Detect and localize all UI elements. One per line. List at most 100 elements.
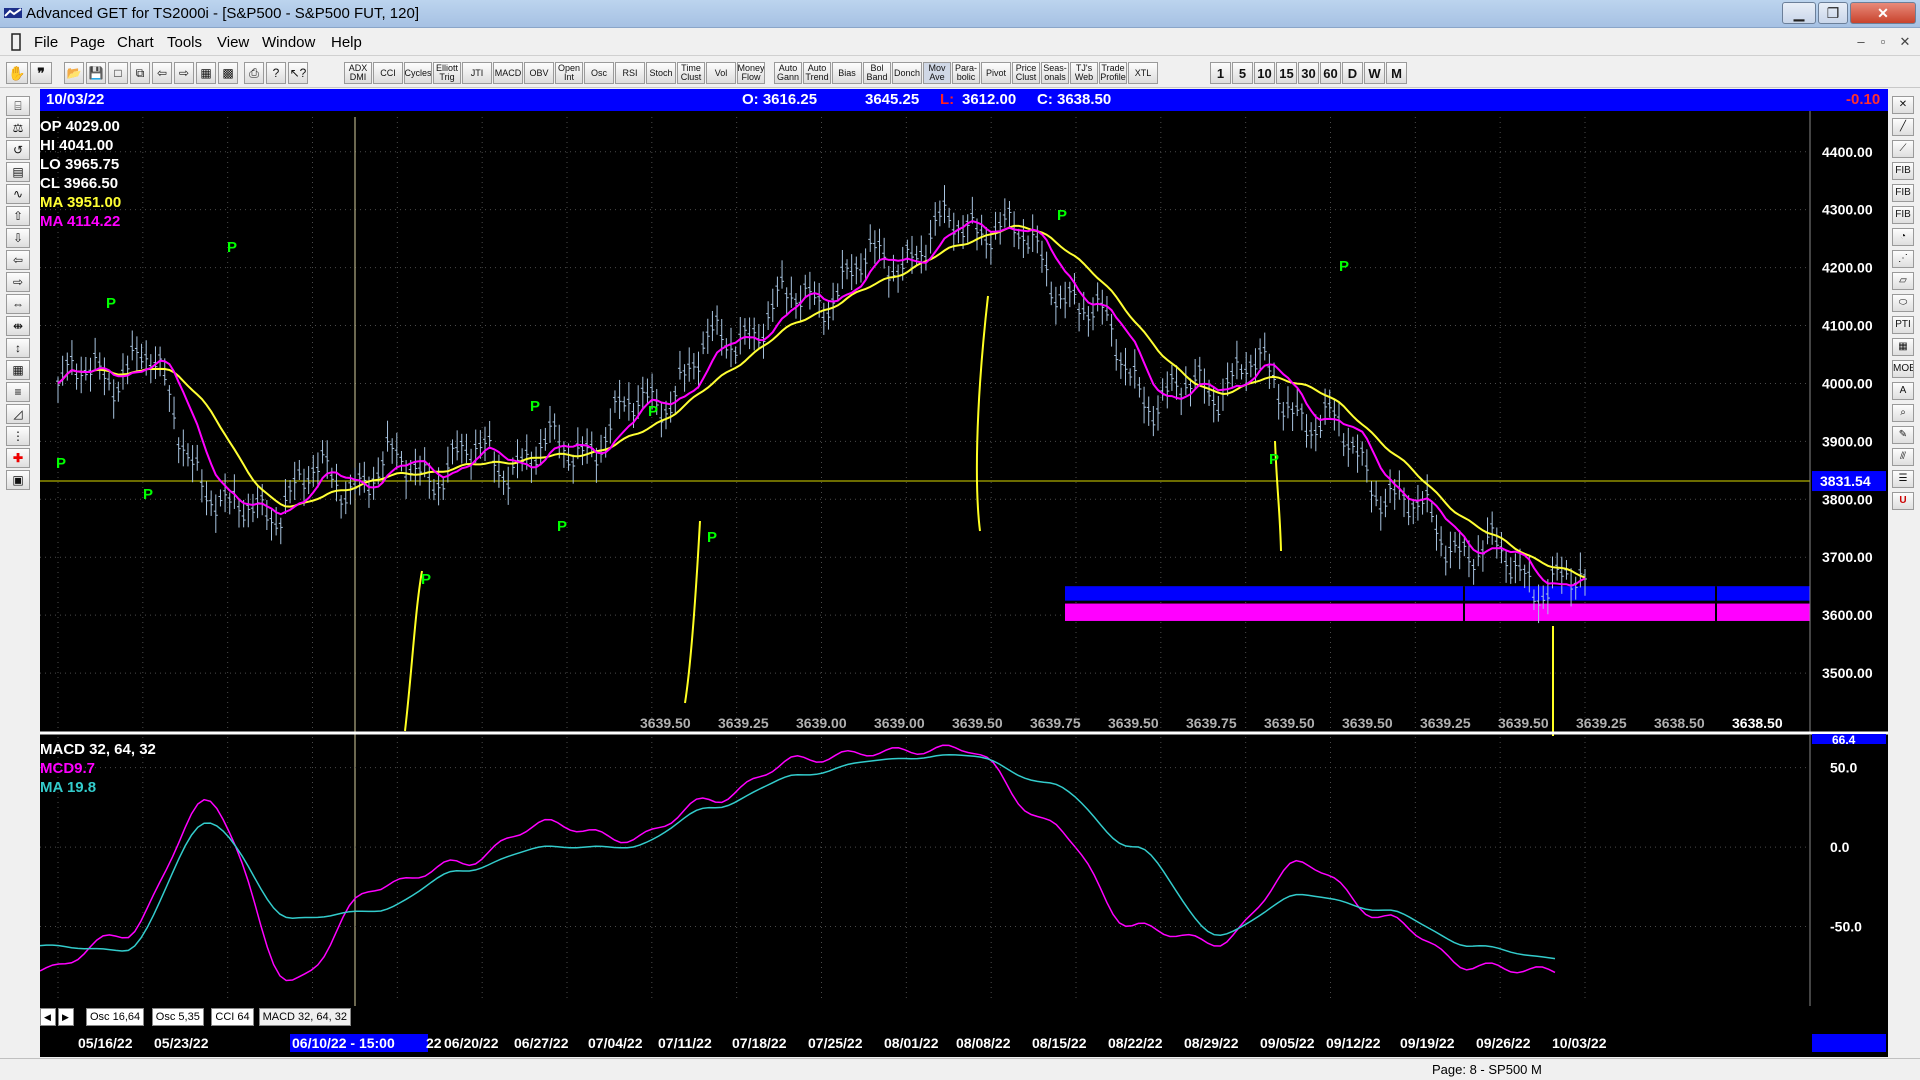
menu-help[interactable]: Help (331, 34, 362, 51)
interval-button-60[interactable]: 60 (1320, 62, 1341, 84)
interval-button-15[interactable]: 15 (1276, 62, 1297, 84)
mdi-minimize-button[interactable]: – (1852, 34, 1870, 52)
open-chart-icon[interactable]: ⌸ (6, 96, 30, 116)
study-button-vol[interactable]: Vol (706, 62, 736, 84)
interval-button-m[interactable]: M (1386, 62, 1407, 84)
fib-icon[interactable]: ⋮ (6, 426, 30, 446)
layout-icon[interactable]: ▦ (196, 62, 216, 84)
interval-button-w[interactable]: W (1364, 62, 1385, 84)
menu-file[interactable]: File (34, 34, 58, 51)
study-button-open-int[interactable]: Open Int (555, 62, 583, 84)
copy-icon[interactable]: ⧉ (130, 62, 150, 84)
zoom-icon[interactable]: ⇔ (6, 294, 30, 314)
arrow-down-icon[interactable]: ⇩ (6, 228, 30, 248)
study-button-trade-profile[interactable]: Trade Profile (1099, 62, 1127, 84)
osc-tab-2[interactable]: CCI 64 (211, 1008, 254, 1026)
study-button-auto-gann[interactable]: Auto Gann (774, 62, 802, 84)
channel-icon[interactable]: ▱ (1892, 272, 1914, 290)
study-button-seas-onals[interactable]: Seas- onals (1041, 62, 1069, 84)
line-tool-icon[interactable]: ╱ (1892, 118, 1914, 136)
tab-scroll-left[interactable]: ◀ (40, 1008, 56, 1026)
maximize-button[interactable]: ❐ (1818, 2, 1848, 24)
pti-icon[interactable]: PTI (1892, 316, 1914, 334)
pencil-icon[interactable]: ✎ (1892, 426, 1914, 444)
study-button-pivot[interactable]: Pivot (981, 62, 1011, 84)
interval-button-1[interactable]: 1 (1210, 62, 1231, 84)
arc-icon[interactable]: ◔ (1892, 228, 1914, 246)
fib-ret-icon[interactable]: FIB (1892, 162, 1914, 180)
arrow-left-icon[interactable]: ⇦ (6, 250, 30, 270)
compress-icon[interactable]: ⇼ (6, 316, 30, 336)
print-icon[interactable]: ⎙ (244, 62, 264, 84)
chart-area[interactable]: P P P P P P P P P P P P 4400.00 4300.00 4200.00 4100.0… (40, 111, 1888, 1057)
question-icon[interactable]: ? (266, 62, 286, 84)
study-icon[interactable]: ▤ (6, 162, 30, 182)
back-icon[interactable]: ⇦ (152, 62, 172, 84)
minimize-button[interactable]: ▁ (1782, 2, 1816, 24)
study-button-cci[interactable]: CCI (373, 62, 403, 84)
interval-button-d[interactable]: D (1342, 62, 1363, 84)
study-button-xtl[interactable]: XTL (1128, 62, 1158, 84)
study-button-adx-dmi[interactable]: ADX DMI (344, 62, 372, 84)
gann-icon[interactable]: ◿ (6, 404, 30, 424)
study-button-rsi[interactable]: RSI (615, 62, 645, 84)
regression-icon[interactable]: ⫻ (1892, 448, 1914, 466)
mdi-close-button[interactable]: ✕ (1896, 34, 1914, 52)
ray-tool-icon[interactable]: ⟋ (1892, 140, 1914, 158)
fib-time-icon[interactable]: FIB (1892, 206, 1914, 224)
quote-icon[interactable]: ❞ (30, 62, 52, 84)
study-button-obv[interactable]: OBV (524, 62, 554, 84)
interval-button-5[interactable]: 5 (1232, 62, 1253, 84)
study-button-cycles[interactable]: Cycles (404, 62, 432, 84)
target-zone-blue[interactable] (1065, 586, 1810, 601)
close-button[interactable]: ✕ (1850, 2, 1916, 24)
study-button-stoch[interactable]: Stoch (646, 62, 676, 84)
help-pointer-icon[interactable]: ↖? (288, 62, 308, 84)
menu-window[interactable]: Window (262, 34, 315, 51)
arrow-right-icon[interactable]: ⇨ (6, 272, 30, 292)
scale-icon[interactable]: ⚖ (6, 118, 30, 138)
menu-chart[interactable]: Chart (117, 34, 154, 51)
study-button-donch[interactable]: Donch (892, 62, 922, 84)
pointer-tool-icon[interactable]: ✋ (6, 62, 28, 84)
study-button-mov-ave[interactable]: Mov Ave (923, 62, 951, 84)
mob-icon[interactable]: MOB (1892, 360, 1914, 378)
table-icon[interactable]: ▦ (6, 360, 30, 380)
expand-icon[interactable]: ↕ (6, 338, 30, 358)
tab-scroll-right[interactable]: ▶ (58, 1008, 74, 1026)
new-icon[interactable]: □ (108, 62, 128, 84)
mdi-restore-button[interactable]: ▫ (1874, 34, 1892, 52)
reset-icon[interactable]: ↺ (6, 140, 30, 160)
study-button-auto-trend[interactable]: Auto Trend (803, 62, 831, 84)
osc-tab-1[interactable]: Osc 5,35 (151, 1008, 204, 1026)
open-icon[interactable]: 📂 (64, 62, 84, 84)
osc-tab-3[interactable]: MACD 32, 64, 32 (258, 1008, 351, 1026)
save-icon[interactable]: 💾 (86, 62, 106, 84)
study-button-money-flow[interactable]: Money Flow (737, 62, 765, 84)
study-button-macd[interactable]: MACD (493, 62, 523, 84)
cross-icon[interactable]: ✚ (6, 448, 30, 468)
menu-view[interactable]: View (217, 34, 249, 51)
interval-button-30[interactable]: 30 (1298, 62, 1319, 84)
close-tool-icon[interactable]: ✕ (1892, 96, 1914, 114)
osc-tab-0[interactable]: Osc 16,64 (86, 1008, 145, 1026)
grid-icon[interactable]: ▩ (218, 62, 238, 84)
study-button-price-clust[interactable]: Price Clust (1012, 62, 1040, 84)
study-button-osc[interactable]: Osc (584, 62, 614, 84)
study-button-jti[interactable]: JTI (462, 62, 492, 84)
elliott-icon[interactable]: ∿ (6, 184, 30, 204)
study-button-time-clust[interactable]: Time Clust (677, 62, 705, 84)
study-button-bol-band[interactable]: Bol Band (863, 62, 891, 84)
interval-button-10[interactable]: 10 (1254, 62, 1275, 84)
magnifier-icon[interactable]: ⌕ (1892, 404, 1914, 422)
lines-icon[interactable]: ≡ (6, 382, 30, 402)
fan-icon[interactable]: ⋰ (1892, 250, 1914, 268)
forward-icon[interactable]: ⇨ (174, 62, 194, 84)
menu-page[interactable]: Page (70, 34, 105, 51)
target-zone-magenta[interactable] (1065, 603, 1810, 621)
magnet-icon[interactable]: U (1892, 492, 1914, 510)
study-button-bias[interactable]: Bias (832, 62, 862, 84)
text-tool-icon[interactable]: A (1892, 382, 1914, 400)
list-icon[interactable]: ☰ (1892, 470, 1914, 488)
study-button-elliott-trig[interactable]: Elliott Trig (433, 62, 461, 84)
